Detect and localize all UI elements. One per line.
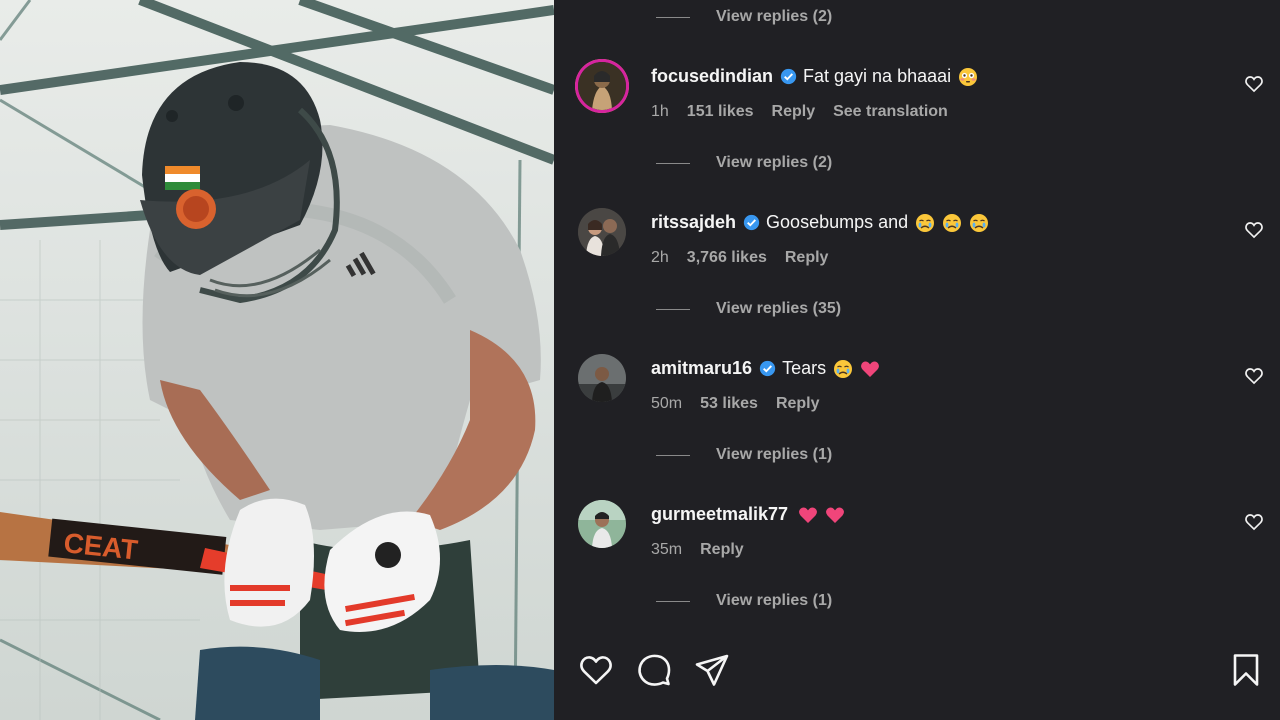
avatar-image <box>578 354 626 402</box>
bookmark-icon[interactable] <box>1228 652 1264 688</box>
comment-username[interactable]: ritssajdeh <box>651 212 736 233</box>
flushed-face-emoji-icon <box>959 67 978 86</box>
comment-item: focusedindian Fat gayi na bhaaai 1h 151 … <box>554 62 1280 132</box>
comment-item: amitmaru16 Tears 50m 53 likes Reply <box>554 354 1280 424</box>
comment-username[interactable]: focusedindian <box>651 66 773 87</box>
heart-outline-icon[interactable] <box>1244 74 1264 94</box>
comment-age: 1h <box>651 103 669 120</box>
view-replies-button[interactable]: View replies (2) <box>656 151 832 175</box>
comments-panel: View replies (2) focusedindian Fat gayi … <box>554 0 1280 720</box>
comment-text: Fat gayi na bhaaai <box>803 66 952 86</box>
view-replies-button[interactable]: View replies (35) <box>656 297 841 321</box>
comment-age: 35m <box>651 541 683 558</box>
comment-meta: 50m 53 likes Reply <box>651 395 820 413</box>
red-heart-emoji-icon <box>799 507 818 523</box>
comment-likes-count[interactable]: 151 likes <box>687 103 754 121</box>
reply-button[interactable]: Reply <box>772 103 816 121</box>
comment-meta: 1h 151 likes Reply See translation <box>651 103 948 121</box>
comment-header: focusedindian Fat gayi na bhaaai <box>651 66 978 87</box>
view-replies-button[interactable]: View replies (2) <box>656 5 832 29</box>
avatar-image <box>578 500 626 548</box>
comment-likes-count[interactable]: 3,766 likes <box>687 249 767 267</box>
see-translation-button[interactable]: See translation <box>833 103 948 121</box>
avatar-image <box>578 208 626 256</box>
view-replies-button[interactable]: View replies (1) <box>656 443 832 467</box>
reply-button[interactable]: Reply <box>785 249 829 267</box>
post-action-bar <box>578 652 1259 688</box>
reply-button[interactable]: Reply <box>776 395 820 413</box>
view-replies-label: View replies (1) <box>716 446 833 463</box>
paper-plane-icon[interactable] <box>694 652 730 688</box>
comment-item: gurmeetmalik77 35m Reply <box>554 500 1280 570</box>
comment-header: amitmaru16 Tears <box>651 358 880 379</box>
replies-divider <box>656 162 690 164</box>
crying-face-emoji-icon <box>834 359 853 378</box>
comment-meta: 35m Reply <box>651 541 744 559</box>
avatar-image <box>578 62 626 110</box>
crying-face-emoji-icon <box>916 213 935 232</box>
reply-button[interactable]: Reply <box>700 541 744 559</box>
comment-age: 50m <box>651 395 683 412</box>
verified-badge-icon <box>743 214 760 231</box>
replies-divider <box>656 308 690 310</box>
avatar[interactable] <box>578 62 626 110</box>
comment-bubble-icon[interactable] <box>636 652 672 688</box>
comment-username[interactable]: gurmeetmalik77 <box>651 504 788 525</box>
view-replies-label: View replies (35) <box>716 300 842 317</box>
verified-badge-icon <box>759 360 776 377</box>
replies-divider <box>656 16 690 18</box>
comment-header: gurmeetmalik77 <box>651 504 845 525</box>
view-replies-label: View replies (1) <box>716 592 833 609</box>
comment-text: Tears <box>782 358 827 378</box>
cricket-player-image: CEAT <box>0 0 554 720</box>
verified-badge-icon <box>780 68 797 85</box>
comment-age: 2h <box>651 249 669 266</box>
heart-outline-icon[interactable] <box>1244 220 1264 240</box>
post-photo[interactable]: CEAT <box>0 0 554 720</box>
avatar[interactable] <box>578 354 626 402</box>
replies-divider <box>656 454 690 456</box>
comment-meta: 2h 3,766 likes Reply <box>651 249 828 267</box>
view-replies-button[interactable]: View replies (1) <box>656 589 832 613</box>
comment-likes-count[interactable]: 53 likes <box>700 395 758 413</box>
crying-face-emoji-icon <box>970 213 989 232</box>
heart-outline-icon[interactable] <box>1244 512 1264 532</box>
comment-text: Goosebumps and <box>766 212 909 232</box>
red-heart-emoji-icon <box>861 361 880 377</box>
view-replies-label: View replies (2) <box>716 154 833 171</box>
comment-header: ritssajdeh Goosebumps and <box>651 212 989 233</box>
heart-outline-icon[interactable] <box>1244 366 1264 386</box>
view-replies-label: View replies (2) <box>716 8 833 25</box>
red-heart-emoji-icon <box>826 507 845 523</box>
comment-username[interactable]: amitmaru16 <box>651 358 752 379</box>
crying-face-emoji-icon <box>943 213 962 232</box>
avatar[interactable] <box>578 500 626 548</box>
avatar[interactable] <box>578 208 626 256</box>
replies-divider <box>656 600 690 602</box>
heart-outline-icon[interactable] <box>578 652 614 688</box>
comment-item: ritssajdeh Goosebumps and 2h 3,766 likes… <box>554 208 1280 278</box>
